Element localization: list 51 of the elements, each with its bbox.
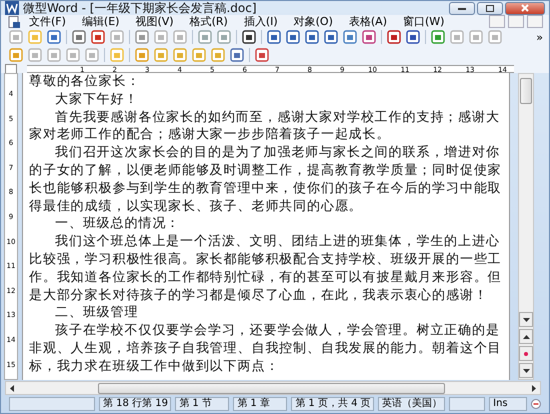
zoom-out-icon[interactable] bbox=[531, 398, 542, 408]
status-field: 第 18 行第 19 bbox=[99, 396, 172, 410]
down-arrow-icon bbox=[522, 368, 530, 372]
menu-item[interactable]: 窗口(W) bbox=[395, 14, 452, 29]
close-button[interactable] bbox=[505, 2, 545, 14]
previous-page-button[interactable] bbox=[519, 329, 533, 344]
paragraph: 我们召开这次家长会的目的是为了加强老师与家长之间的联系，增进对你的子女的了解，以便老师能够及时调整工作，提高教育教学质量；同时促使家长也能够积极参与到学生的教育管理中来，使你们的孩子在今后的学习中能取得最佳的成绩，以实现家长、孩子、老师共同的心愿。 bbox=[29, 144, 503, 216]
restore-button[interactable] bbox=[508, 15, 524, 28]
status-field bbox=[449, 396, 486, 410]
minimize-icon bbox=[458, 6, 466, 10]
paragraph: 孩子在学校不仅仅要学会学习，还要学会做人，学会管理。树立正确的是非观、人生观，培养孩子自我管理、自我控制、自我发展的能力。朝着这个目标，我力求在班级工作中做到以下两点： bbox=[29, 322, 503, 376]
maximize-button[interactable] bbox=[477, 2, 503, 14]
menu-item[interactable]: 视图(V) bbox=[127, 14, 182, 29]
scroll-thumb[interactable] bbox=[98, 382, 445, 394]
up-arrow-icon bbox=[522, 334, 530, 338]
left-arrow-icon bbox=[10, 384, 14, 392]
menu-item[interactable]: 插入(I) bbox=[236, 14, 286, 29]
document-icon[interactable] bbox=[7, 16, 21, 28]
paragraph: 一、班级总的情况： bbox=[54, 215, 182, 234]
status-field: 第 1 章 bbox=[233, 396, 288, 410]
status-field: 英语（美国） bbox=[378, 396, 446, 410]
menu-item[interactable]: 文件(F) bbox=[21, 14, 74, 29]
close-icon bbox=[521, 4, 529, 12]
tab-selector[interactable] bbox=[5, 64, 17, 74]
window-title: 微型Word - [一年级下期家长会发言稿.doc] bbox=[23, 0, 258, 16]
browse-object-button[interactable] bbox=[519, 346, 533, 361]
dot-icon bbox=[524, 352, 528, 356]
vertical-scrollbar[interactable] bbox=[518, 73, 534, 380]
menu-item[interactable]: 格式(R) bbox=[182, 14, 236, 29]
paragraph: 我们这个班总体上是一个活泼、文明、团结上进的班集体，学生的上进心比较强，学习积极性很高。家长都能够积极配合支持学校、班级开展的一些工作。我知道各位家长的工作都特别忙碌，有的甚至可以有披星戴月来形容。但是大部分家长对待孩子的学习都是倾尽了心血，在此，我表示衷心的感谢！ bbox=[29, 233, 503, 304]
paragraph: 大家下午好！ bbox=[54, 90, 140, 109]
scroll-thumb[interactable] bbox=[520, 78, 532, 104]
status-field: 第 1 页，共 4 页 bbox=[291, 396, 374, 410]
horizontal-scrollbar[interactable] bbox=[5, 381, 541, 395]
toolbar-overflow-button[interactable]: » bbox=[536, 30, 543, 44]
status-field: Ins bbox=[489, 396, 528, 410]
next-page-button[interactable] bbox=[519, 363, 533, 378]
maximize-icon bbox=[486, 4, 494, 12]
paragraph: 尊敬的各位家长： bbox=[29, 73, 142, 91]
down-arrow-icon bbox=[522, 318, 530, 322]
menu-item[interactable]: 表格(A) bbox=[340, 14, 395, 29]
status-field: 第 1 节 bbox=[175, 396, 230, 410]
scroll-down-button[interactable] bbox=[519, 312, 533, 327]
paragraph: 二、班级管理 bbox=[54, 304, 140, 322]
minimize-button[interactable] bbox=[449, 2, 475, 14]
right-arrow-icon bbox=[532, 384, 536, 392]
close-button[interactable] bbox=[527, 15, 543, 28]
menu-item[interactable]: 对象(O) bbox=[286, 14, 341, 29]
paragraph: 首先我要感谢各位家长的如约而至，感谢大家对学校工作的支持；感谢大家对老师工作的配合；感谢大家一步步陪着孩子一起成长。 bbox=[29, 108, 501, 144]
app-logo-icon bbox=[5, 1, 19, 15]
menu-item[interactable]: 编辑(E) bbox=[74, 14, 128, 29]
